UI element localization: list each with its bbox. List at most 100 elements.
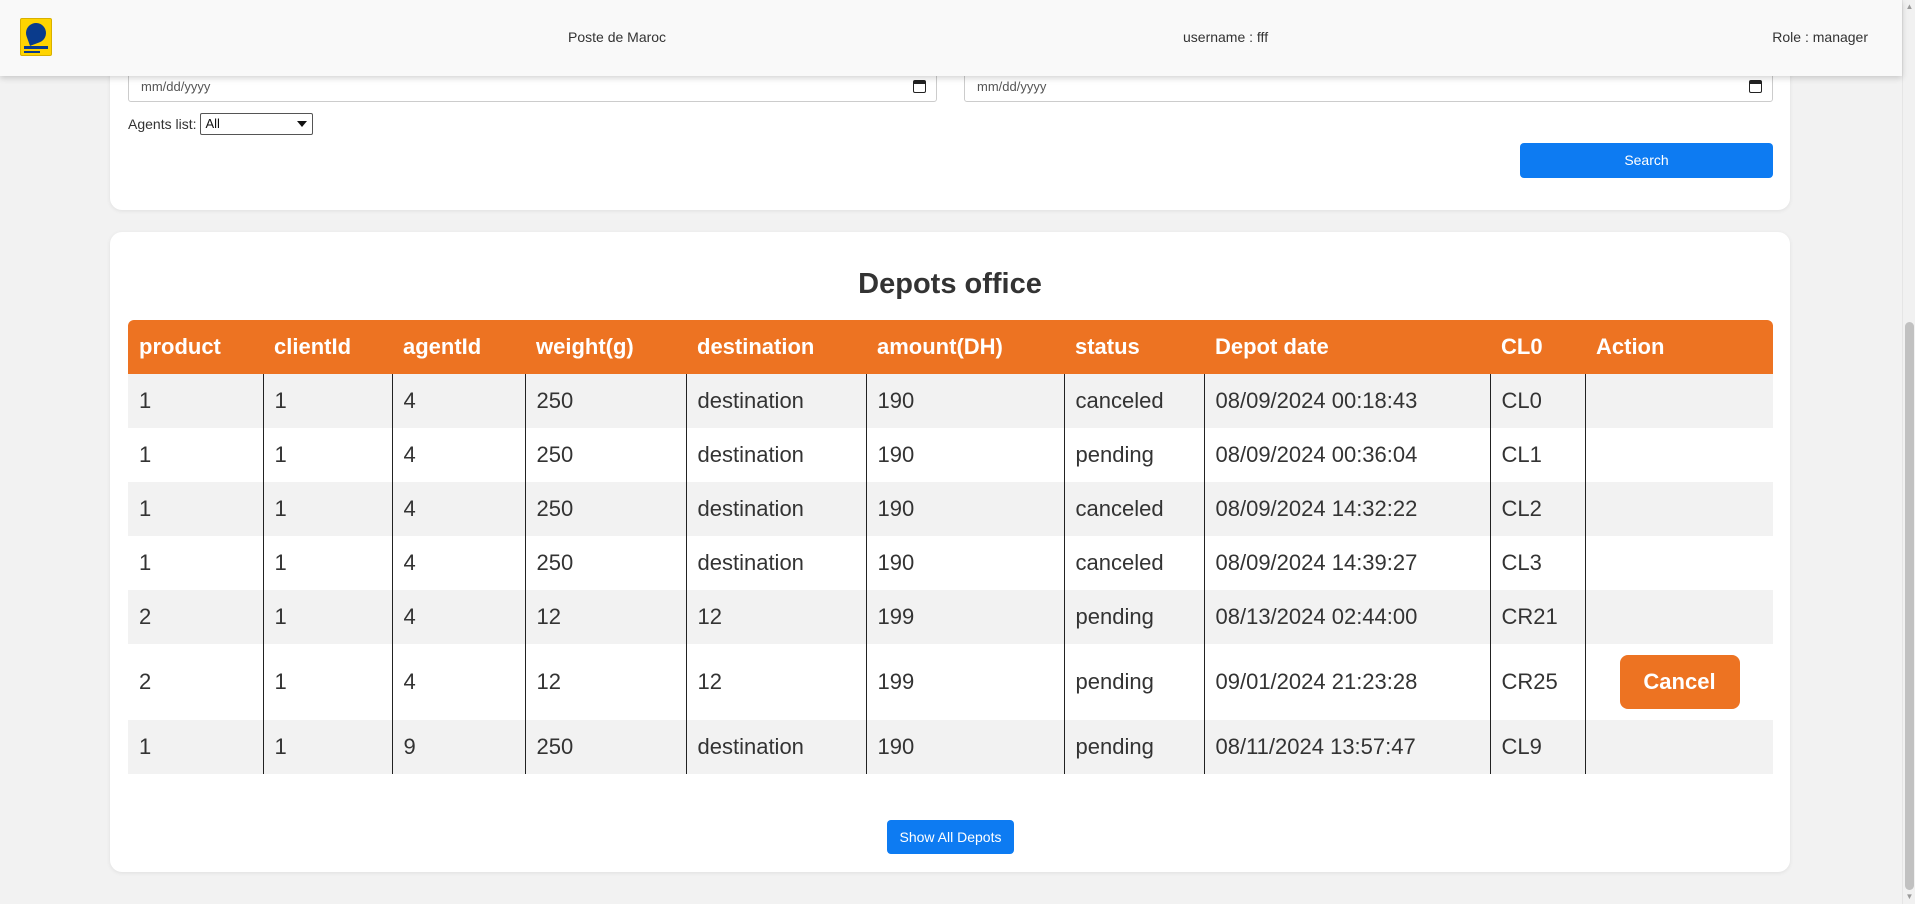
- cell-destination: 12: [685, 590, 866, 644]
- table-row: 1 1 4 250 destination 190 canceled 08/09…: [128, 482, 1773, 536]
- cell-code: CR25: [1489, 644, 1585, 720]
- date-from-placeholder: mm/dd/yyyy: [141, 79, 211, 94]
- cell-destination: destination: [685, 482, 866, 536]
- cell-action: [1584, 590, 1773, 644]
- cell-depot-date: 08/11/2024 13:57:47: [1203, 720, 1490, 774]
- cell-code: CL3: [1489, 536, 1585, 590]
- cell-weight: 250: [524, 482, 686, 536]
- cell-destination: destination: [685, 374, 866, 428]
- show-all-depots-button[interactable]: Show All Depots: [887, 820, 1014, 854]
- column-header: Depot date: [1204, 320, 1490, 374]
- cell-depot-date: 08/09/2024 14:39:27: [1203, 536, 1490, 590]
- cell-code: CR21: [1489, 590, 1585, 644]
- date-from-input[interactable]: mm/dd/yyyy: [128, 72, 937, 102]
- poste-maroc-logo[interactable]: [20, 18, 52, 56]
- cell-status: pending: [1063, 428, 1204, 482]
- cell-client-id: 1: [262, 482, 392, 536]
- cell-product: 2: [128, 644, 263, 720]
- scroll-down-arrow-icon[interactable]: ▼: [1905, 892, 1914, 902]
- date-to-input[interactable]: mm/dd/yyyy: [964, 72, 1773, 102]
- cell-destination: destination: [685, 720, 866, 774]
- bird-emblem-icon: [23, 20, 49, 46]
- table-row: 2 1 4 12 12 199 pending 09/01/2024 21:23…: [128, 644, 1773, 720]
- cell-weight: 12: [524, 590, 686, 644]
- cell-depot-date: 08/13/2024 02:44:00: [1203, 590, 1490, 644]
- cell-client-id: 1: [262, 428, 392, 482]
- depots-title: Depots office: [858, 268, 1042, 300]
- column-header: destination: [686, 320, 866, 374]
- cell-depot-date: 08/09/2024 00:36:04: [1203, 428, 1490, 482]
- cell-product: 2: [128, 590, 263, 644]
- column-header: status: [1064, 320, 1204, 374]
- cell-weight: 250: [524, 720, 686, 774]
- date-to-placeholder: mm/dd/yyyy: [977, 79, 1047, 94]
- scroll-up-arrow-icon[interactable]: ▲: [1905, 2, 1914, 12]
- cell-client-id: 1: [262, 720, 392, 774]
- column-header: amount(DH): [866, 320, 1064, 374]
- column-header: CL0: [1490, 320, 1585, 374]
- table-row: 1 1 4 250 destination 190 pending 08/09/…: [128, 428, 1773, 482]
- username-label: username : fff: [1183, 29, 1269, 45]
- cell-destination: destination: [685, 428, 866, 482]
- cell-product: 1: [128, 536, 263, 590]
- cell-amount: 190: [865, 428, 1064, 482]
- cancel-button[interactable]: Cancel: [1619, 655, 1740, 709]
- chevron-down-icon: [297, 121, 308, 127]
- cell-code: CL2: [1489, 482, 1585, 536]
- column-header: product: [128, 320, 263, 374]
- cell-agent-id: 4: [391, 590, 525, 644]
- agents-filter: Agents list: All: [128, 113, 314, 135]
- cell-status: pending: [1063, 644, 1204, 720]
- cell-depot-date: 08/09/2024 00:18:43: [1203, 374, 1490, 428]
- cell-code: CL9: [1489, 720, 1585, 774]
- cell-amount: 199: [865, 590, 1064, 644]
- cell-amount: 190: [865, 482, 1064, 536]
- scrollbar-thumb[interactable]: [1905, 322, 1914, 890]
- cell-agent-id: 9: [391, 720, 525, 774]
- column-header: Action: [1585, 320, 1773, 374]
- calendar-icon[interactable]: [1749, 80, 1762, 93]
- cell-weight: 250: [524, 536, 686, 590]
- cell-amount: 199: [865, 644, 1064, 720]
- cell-client-id: 1: [262, 374, 392, 428]
- cell-weight: 12: [524, 644, 686, 720]
- cell-status: pending: [1063, 720, 1204, 774]
- depots-table: product clientId agentId weight(g) desti…: [128, 320, 1773, 774]
- cell-status: canceled: [1063, 374, 1204, 428]
- cell-status: canceled: [1063, 536, 1204, 590]
- top-header: Poste de Maroc username : fff Role : man…: [0, 0, 1902, 76]
- search-button[interactable]: Search: [1520, 143, 1773, 178]
- cell-agent-id: 4: [391, 536, 525, 590]
- cell-client-id: 1: [262, 536, 392, 590]
- table-row: 1 1 4 250 destination 190 canceled 08/09…: [128, 374, 1773, 428]
- cell-product: 1: [128, 428, 263, 482]
- column-header: weight(g): [525, 320, 686, 374]
- cell-amount: 190: [865, 374, 1064, 428]
- cell-agent-id: 4: [391, 428, 525, 482]
- calendar-icon[interactable]: [913, 80, 926, 93]
- table-row: 1 1 4 250 destination 190 canceled 08/09…: [128, 536, 1773, 590]
- cell-status: canceled: [1063, 482, 1204, 536]
- cell-destination: 12: [685, 644, 866, 720]
- cell-client-id: 1: [262, 644, 392, 720]
- cell-depot-date: 08/09/2024 14:32:22: [1203, 482, 1490, 536]
- table-header-row: product clientId agentId weight(g) desti…: [128, 320, 1773, 374]
- role-label: Role : manager: [1772, 29, 1868, 45]
- cell-weight: 250: [524, 428, 686, 482]
- cell-agent-id: 4: [391, 644, 525, 720]
- cell-action: Cancel: [1584, 644, 1773, 720]
- cell-weight: 250: [524, 374, 686, 428]
- agents-select[interactable]: All: [200, 113, 314, 135]
- cell-action: [1584, 374, 1773, 428]
- depots-card: Depots office product clientId agentId w…: [110, 232, 1790, 872]
- page-scrollbar[interactable]: ▲ ▼: [1902, 0, 1915, 904]
- cell-status: pending: [1063, 590, 1204, 644]
- cell-depot-date: 09/01/2024 21:23:28: [1203, 644, 1490, 720]
- page: Poste de Maroc username : fff Role : man…: [0, 0, 1915, 904]
- cell-action: [1584, 536, 1773, 590]
- cell-agent-id: 4: [391, 374, 525, 428]
- cell-destination: destination: [685, 536, 866, 590]
- cell-code: CL0: [1489, 374, 1585, 428]
- cell-action: [1584, 428, 1773, 482]
- cell-code: CL1: [1489, 428, 1585, 482]
